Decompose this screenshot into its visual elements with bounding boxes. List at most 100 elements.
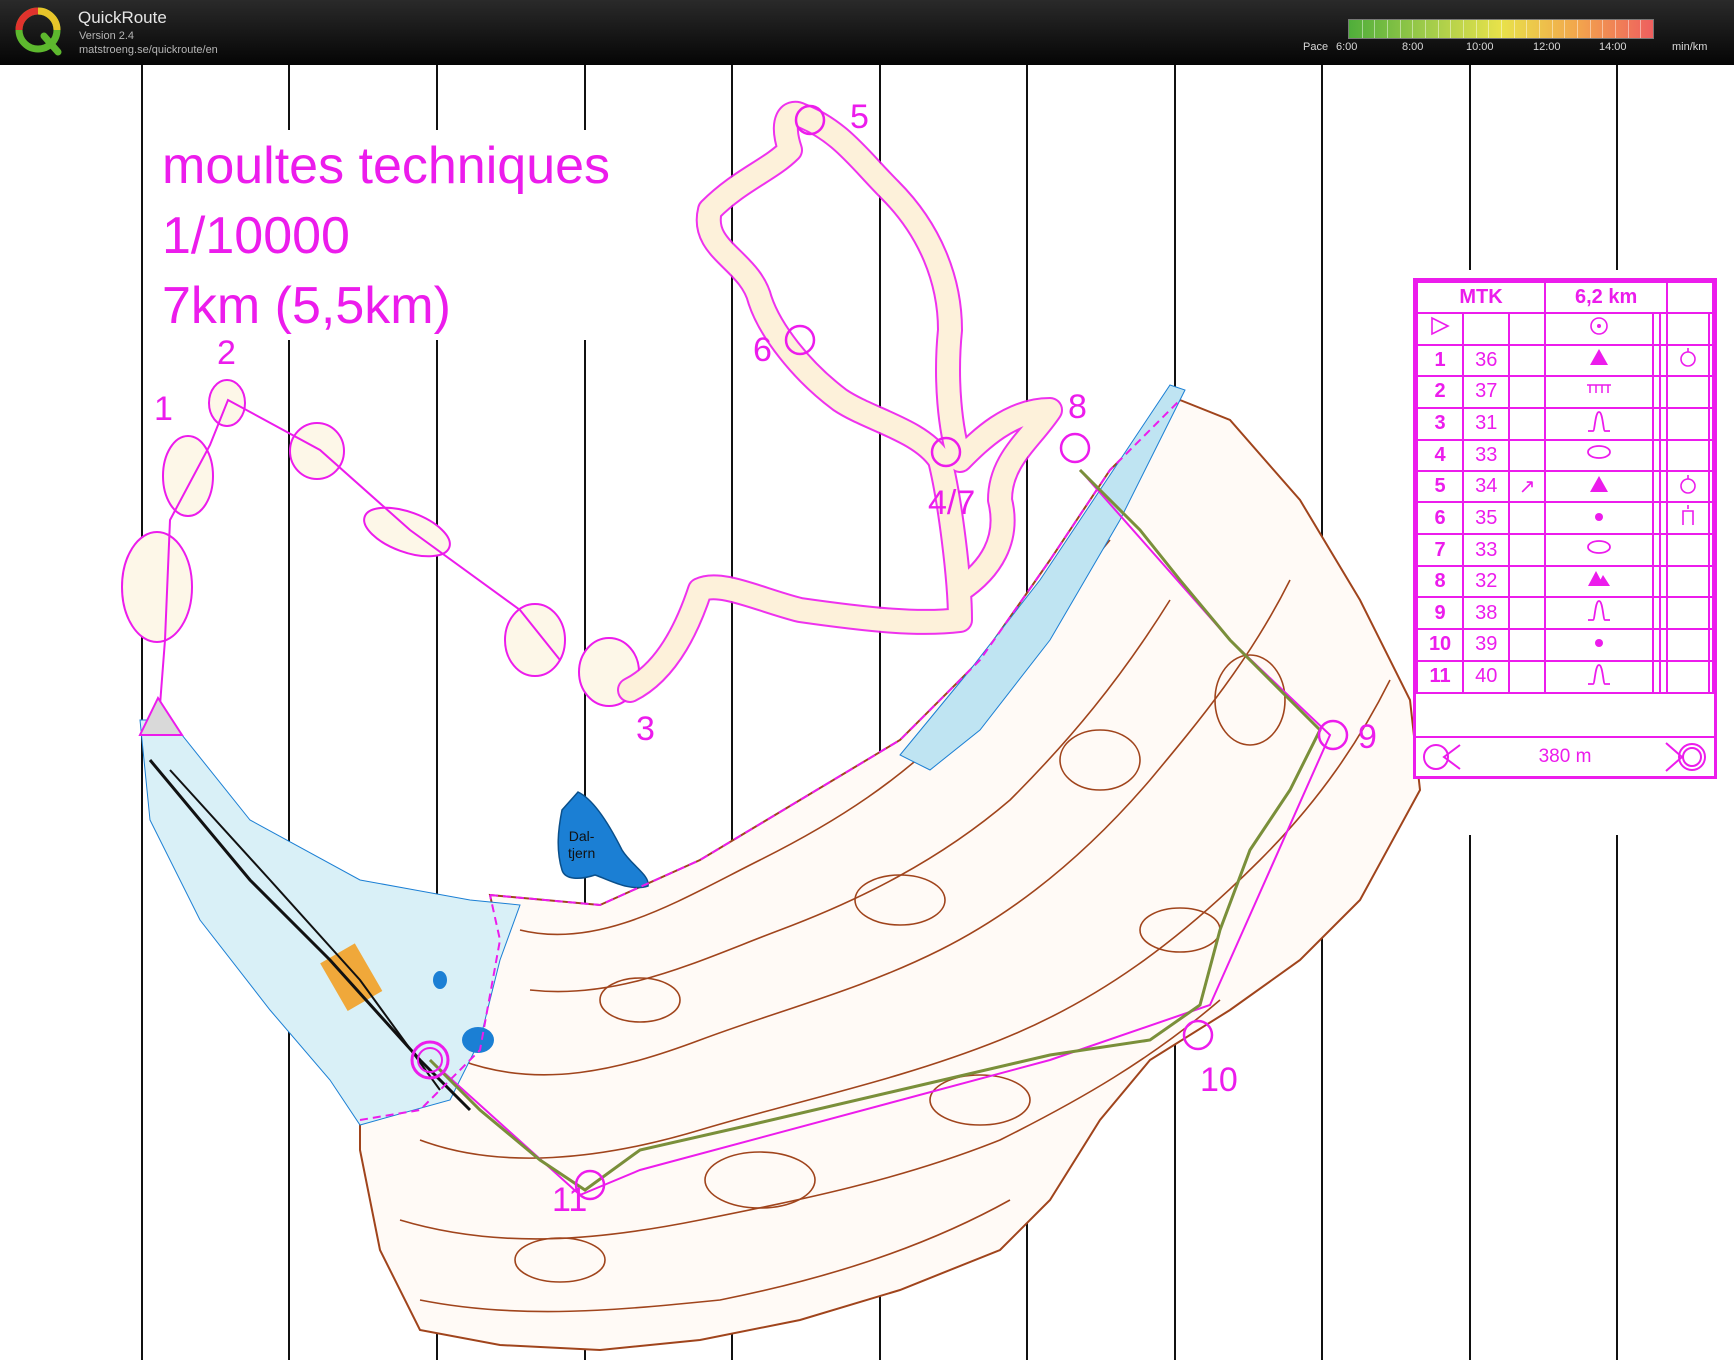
finish-distance: 380 m [1538,746,1592,767]
control-description-row: 9 38 [1415,596,1714,631]
contour-terrain [359,398,1422,1352]
control-description-row: 4 33 [1415,438,1714,472]
control-description-row: 5 34 ↗ [1415,469,1714,504]
control-num-cell: 4 [1415,438,1465,472]
finish-row: 380 m [1416,736,1714,776]
depression-icon [1543,533,1654,567]
blank-cell [1651,438,1662,472]
control-code-cell: 34 [1462,469,1511,504]
control-code-cell: 32 [1462,564,1511,599]
direction-cell [1508,596,1546,631]
blank-cell [1651,628,1662,662]
blank-cell [1659,438,1669,472]
small-lake [462,1027,494,1053]
blank-cell [1666,628,1711,662]
pace-tick: 6:00 [1336,41,1358,53]
control-number: 9 [1358,718,1377,756]
control-number: 10 [1200,1061,1238,1099]
pace-label: Pace [1303,41,1329,53]
control-description-row: 8 32 [1415,564,1714,599]
blank-cell [1666,659,1711,694]
control-number: 6 [753,331,772,369]
blank-cell [1659,659,1669,694]
control-code-cell: 36 [1462,343,1511,378]
control-number: 8 [1068,388,1087,426]
blank-cell [1666,533,1711,567]
blank-cell [1708,628,1714,662]
boulder-icon [1666,469,1711,504]
control-number: 5 [850,98,869,136]
spur-icon [1543,406,1654,441]
direction-cell [1508,501,1546,536]
control-num-cell: 1 [1415,343,1465,378]
foot-icon [1666,501,1711,536]
fence-icon [1543,375,1654,409]
spur-icon [1543,596,1654,631]
dot-icon [1543,501,1654,536]
control-number: 11 [552,1181,588,1219]
app-header: QuickRoute Version 2.4 matstroeng.se/qui… [0,0,1734,65]
knoll-triangle-icon [1543,469,1654,504]
control-code-cell: 40 [1462,659,1511,694]
control-number: 1 [154,390,173,428]
direction-cell [1508,406,1546,441]
blank-cell [1659,596,1669,631]
control-description-row: 7 33 [1415,533,1714,567]
boulder-icon [1666,343,1711,378]
blank-cell [1666,596,1711,631]
map-distance: 7km (5,5km) [162,277,451,335]
pace-color-scale [1348,19,1654,39]
control-code-cell: 37 [1462,375,1511,409]
blank-cell [1708,406,1714,441]
control-num-cell: 11 [1415,659,1465,694]
control-number: 3 [636,710,655,748]
depression-icon [1543,438,1654,472]
direction-cell: ↗ [1508,469,1546,504]
blank-cell [1666,438,1711,472]
pace-tick: 14:00 [1599,41,1627,53]
direction-cell [1508,564,1546,599]
control-description-row: 2 37 [1415,375,1714,409]
blank-cell [1659,406,1669,441]
app-name: QuickRoute [78,8,167,27]
spur-icon [1543,659,1654,694]
pace-tick: 8:00 [1402,41,1424,53]
blank-cell [1708,564,1714,599]
blank-cell [1708,343,1714,378]
control-num-cell: 10 [1415,628,1465,662]
control-num-cell: 9 [1415,596,1465,631]
blank-cell [1651,596,1662,631]
app-url[interactable]: matstroeng.se/quickroute/en [79,44,218,56]
blank-cell [1666,375,1711,409]
blank-cell [1659,375,1669,409]
pace-unit: min/km [1672,41,1708,53]
blank-cell [1651,564,1662,599]
blank-cell [1651,659,1662,694]
map-scale: 1/10000 [162,207,350,265]
control-code-cell: 33 [1462,438,1511,472]
control-description-row: 1 36 [1415,343,1714,378]
event-name: MTK [1416,280,1546,315]
blank-cell [1708,501,1714,536]
lake-label: Dal- tjern [568,828,596,861]
start-triangle-icon [1415,312,1465,346]
blank-cell [1659,343,1669,378]
blank-cell [1659,533,1669,567]
blank-cell [1651,375,1662,409]
quickroute-logo-icon [15,7,62,56]
blank-cell [1708,438,1714,472]
blank-cell [1708,375,1714,409]
village-area [139,719,521,1126]
finish-start-icon [1423,744,1461,770]
direction-cell [1508,343,1546,378]
direction-cell [1508,628,1546,662]
blank-cell [1666,406,1711,441]
control-code-cell: 39 [1462,628,1511,662]
dot-icon [1543,628,1654,662]
control-number: 2 [217,334,236,372]
blank-cell [1651,343,1662,378]
blank-cell [1659,469,1669,504]
course-length: 6,2 km [1543,280,1669,315]
blank-cell [1708,659,1714,694]
control-description-sheet: MTK 6,2 km 1 36 2 37 3 31 4 33 5 34 ↗ 6 35 7 33 8 32 9 38 1… [1413,278,1717,779]
